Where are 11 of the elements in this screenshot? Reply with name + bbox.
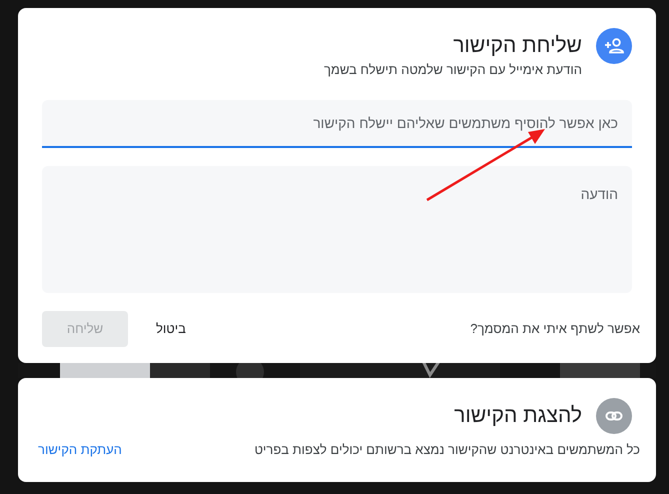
link-description: כל המשתמשים באינטרנט שהקישור נמצא ברשותם יכולים לצפות בפריט xyxy=(254,441,640,459)
add-person-icon xyxy=(596,28,632,64)
link-icon xyxy=(596,398,632,434)
cancel-button[interactable]: ביטול xyxy=(136,311,206,347)
link-card-title: להצגת הקישור xyxy=(454,403,582,430)
recipients-field[interactable]: כאן אפשר להוסיף משתמשים שאליהם יישלח הקישור xyxy=(42,100,632,148)
dialog-title: שליחת הקישור xyxy=(453,33,582,60)
share-question: אפשר לשתף איתי את המסמך? xyxy=(470,320,640,338)
copy-link[interactable]: העתקת הקישור xyxy=(38,440,122,460)
message-field[interactable]: הודעה xyxy=(42,166,632,292)
dialog-subtitle: הודעת אימייל עם הקישור שלמטה תישלח בשמך xyxy=(322,61,582,79)
